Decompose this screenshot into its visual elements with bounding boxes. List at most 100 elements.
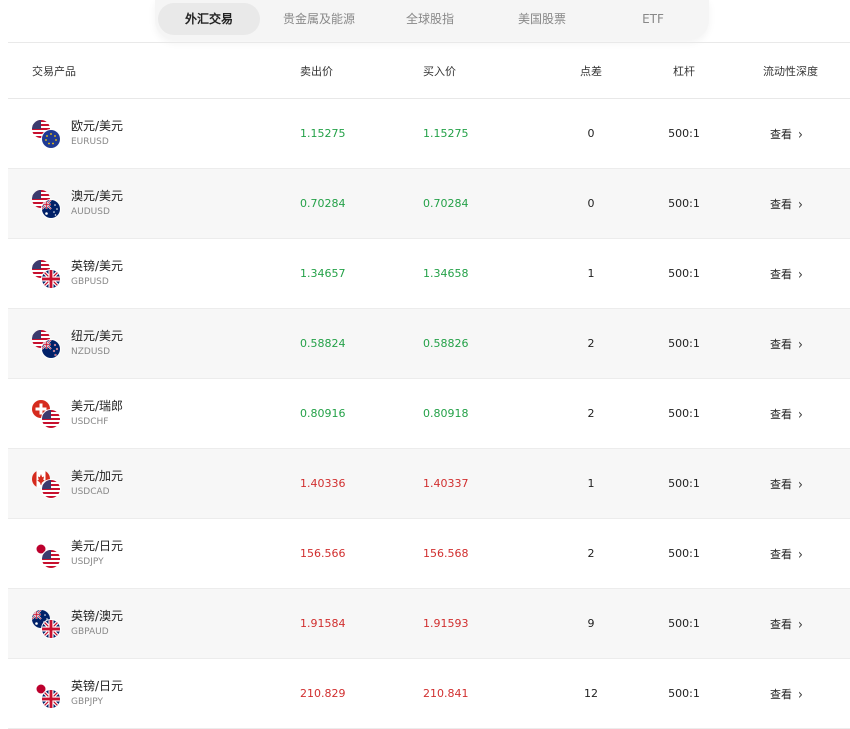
- pair-name: 英镑/美元: [71, 259, 124, 273]
- spread-value: 2: [587, 407, 595, 420]
- column-header-buy: 买入价: [423, 65, 456, 78]
- table-row[interactable]: 英镑/日元 GBPJPY 210.829 210.841 12 500:1 查看…: [8, 659, 850, 729]
- leverage-value: 500:1: [668, 337, 700, 350]
- currency-pair-flags: [32, 330, 62, 360]
- au-flag-icon: [42, 200, 60, 218]
- chevron-right-icon: ›: [798, 475, 803, 493]
- chevron-right-icon: ›: [798, 265, 803, 283]
- view-depth-link[interactable]: 查看 ›: [770, 125, 803, 143]
- pair-code: AUDUSD: [71, 207, 110, 217]
- sell-price: 1.91584: [300, 617, 346, 630]
- sell-price: 0.80916: [300, 407, 346, 420]
- table-row[interactable]: 纽元/美元 NZDUSD 0.58824 0.58826 2 500:1 查看 ›: [8, 309, 850, 379]
- column-header-depth: 流动性深度: [763, 65, 818, 78]
- spread-value: 9: [587, 617, 595, 630]
- table-row[interactable]: 英镑/美元 GBPUSD 1.34657 1.34658 1 500:1 查看 ›: [8, 239, 850, 309]
- leverage-value: 500:1: [668, 407, 700, 420]
- sell-price: 210.829: [300, 687, 346, 700]
- tab-metals-energy[interactable]: 贵金属及能源: [267, 3, 371, 35]
- view-label: 查看: [770, 688, 792, 701]
- column-header-spread: 点差: [580, 65, 602, 78]
- table-row[interactable]: 欧元/美元 EURUSD 1.15275 1.15275 0 500:1 查看 ›: [8, 99, 850, 169]
- view-label: 查看: [770, 408, 792, 421]
- buy-price: 1.40337: [423, 477, 469, 490]
- view-depth-link[interactable]: 查看 ›: [770, 335, 803, 353]
- view-depth-link[interactable]: 查看 ›: [770, 265, 803, 283]
- currency-pair-flags: [32, 120, 62, 150]
- view-depth-link[interactable]: 查看 ›: [770, 615, 803, 633]
- pair-code: USDJPY: [71, 557, 104, 567]
- spread-value: 2: [587, 337, 595, 350]
- buy-price: 156.568: [423, 547, 469, 560]
- view-depth-link[interactable]: 查看 ›: [770, 475, 803, 493]
- uk-flag-icon: [42, 270, 60, 288]
- chevron-right-icon: ›: [798, 405, 803, 423]
- column-header-leverage: 杠杆: [673, 65, 695, 78]
- table-row[interactable]: 澳元/美元 AUDUSD 0.70284 0.70284 0 500:1 查看 ›: [8, 169, 850, 239]
- pair-name: 英镑/日元: [71, 679, 124, 693]
- pair-code: USDCHF: [71, 417, 109, 427]
- pair-name: 纽元/美元: [71, 329, 124, 343]
- us-flag-icon: [42, 550, 60, 568]
- currency-pair-flags: [32, 680, 62, 710]
- table-header: 交易产品 卖出价 买入价 点差 杠杆 流动性深度: [8, 43, 850, 99]
- sell-price: 156.566: [300, 547, 346, 560]
- view-depth-link[interactable]: 查看 ›: [770, 545, 803, 563]
- chevron-right-icon: ›: [798, 335, 803, 353]
- currency-pair-flags: [32, 610, 62, 640]
- sell-price: 0.58824: [300, 337, 346, 350]
- chevron-right-icon: ›: [798, 685, 803, 703]
- tab-global-indices[interactable]: 全球股指: [381, 3, 479, 35]
- view-depth-link[interactable]: 查看 ›: [770, 685, 803, 703]
- pair-name: 澳元/美元: [71, 189, 124, 203]
- pair-code: GBPUSD: [71, 277, 109, 287]
- spread-value: 2: [587, 547, 595, 560]
- column-header-sell: 卖出价: [300, 65, 333, 78]
- buy-price: 0.58826: [423, 337, 469, 350]
- tab-forex[interactable]: 外汇交易: [158, 3, 260, 35]
- sell-price: 1.15275: [300, 127, 346, 140]
- currency-pair-flags: [32, 190, 62, 220]
- leverage-value: 500:1: [668, 127, 700, 140]
- tab-etf[interactable]: ETF: [605, 3, 701, 35]
- chevron-right-icon: ›: [798, 125, 803, 143]
- view-depth-link[interactable]: 查看 ›: [770, 405, 803, 423]
- uk-flag-icon: [42, 690, 60, 708]
- view-label: 查看: [770, 128, 792, 141]
- sell-price: 0.70284: [300, 197, 346, 210]
- view-depth-link[interactable]: 查看 ›: [770, 196, 803, 213]
- currency-pair-flags: [32, 400, 62, 430]
- leverage-value: 500:1: [668, 197, 700, 210]
- buy-price: 1.34658: [423, 267, 469, 280]
- spread-value: 0: [587, 127, 595, 140]
- view-label: 查看: [770, 478, 792, 491]
- buy-price: 1.15275: [423, 127, 469, 140]
- uk-flag-icon: [42, 620, 60, 638]
- category-tab-bar: 外汇交易 贵金属及能源 全球股指 美国股票 ETF: [155, 0, 709, 40]
- view-label: 查看: [770, 618, 792, 631]
- table-row[interactable]: 美元/加元 USDCAD 1.40336 1.40337 1 500:1 查看 ›: [8, 449, 850, 519]
- sell-price: 1.34657: [300, 267, 346, 280]
- view-label: 查看: [770, 198, 792, 211]
- us-flag-icon: [42, 480, 60, 498]
- leverage-value: 500:1: [668, 547, 700, 560]
- view-label: 查看: [770, 338, 792, 351]
- pair-code: NZDUSD: [71, 347, 111, 357]
- table-row[interactable]: 英镑/澳元 GBPAUD 1.91584 1.91593 9 500:1 查看 ›: [8, 589, 850, 659]
- pair-name: 英镑/澳元: [71, 609, 124, 623]
- currency-pair-flags: [32, 470, 62, 500]
- currency-pair-flags: [32, 540, 62, 570]
- spread-value: 1: [587, 477, 595, 490]
- quotes-table-body: 欧元/美元 EURUSD 1.15275 1.15275 0 500:1 查看 ›…: [8, 99, 850, 729]
- tab-us-stocks[interactable]: 美国股票: [491, 3, 593, 35]
- sell-price: 1.40336: [300, 477, 346, 490]
- table-row[interactable]: 美元/瑞郎 USDCHF 0.80916 0.80918 2 500:1 查看 ›: [8, 379, 850, 449]
- buy-price: 210.841: [423, 687, 469, 700]
- pair-name: 欧元/美元: [71, 119, 124, 133]
- table-row[interactable]: 美元/日元 USDJPY 156.566 156.568 2 500:1 查看 ›: [8, 519, 850, 589]
- pair-code: GBPJPY: [71, 697, 103, 707]
- chevron-right-icon: ›: [798, 615, 803, 633]
- chevron-right-icon: ›: [798, 545, 803, 563]
- view-label: 查看: [770, 548, 792, 561]
- leverage-value: 500:1: [668, 687, 700, 700]
